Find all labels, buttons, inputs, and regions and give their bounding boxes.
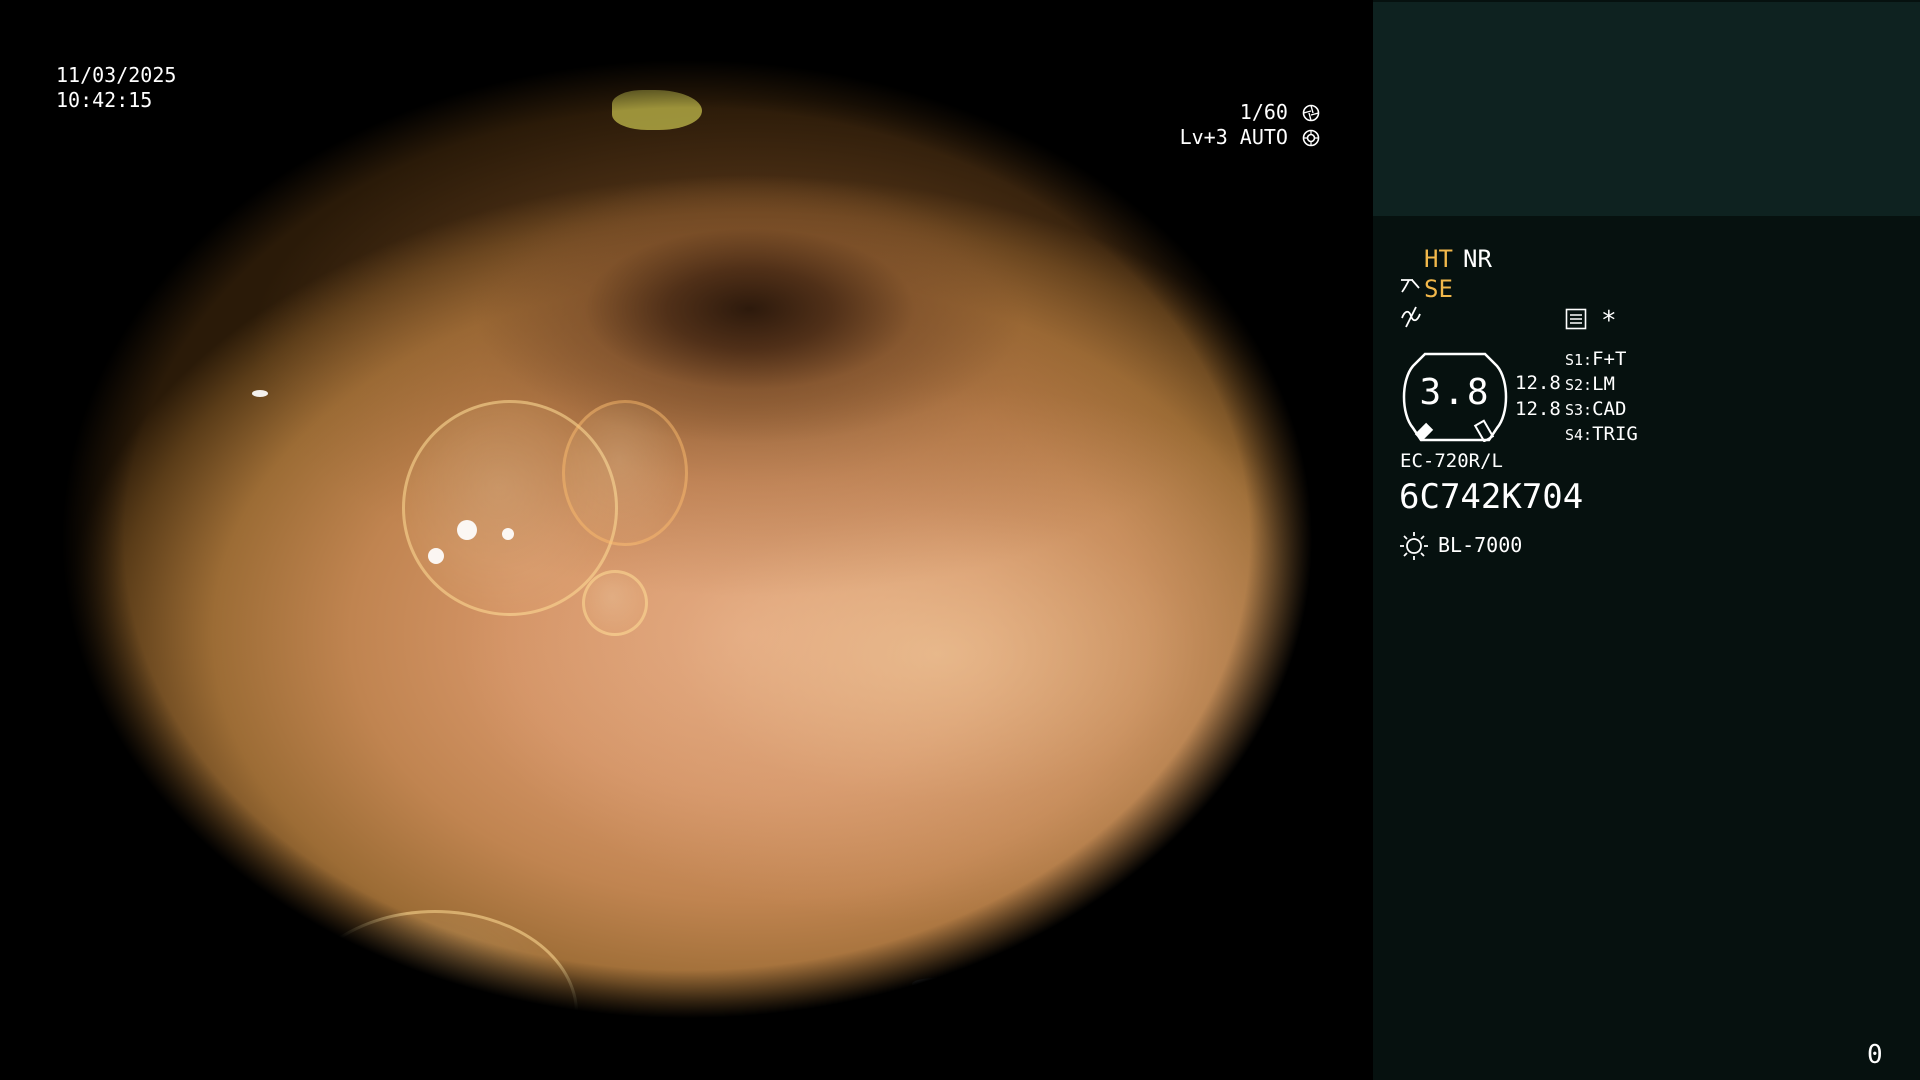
light-source-icon — [1400, 532, 1428, 560]
bubble — [582, 570, 648, 636]
switch-key: S2: — [1565, 376, 1593, 394]
gauge-side-value-2: 12.8 — [1515, 398, 1561, 420]
bubble — [292, 910, 578, 1018]
switch-value: CAD — [1592, 398, 1627, 420]
scope-serial: 6C742K704 — [1399, 477, 1584, 517]
switch-assignment-s1: S1:F+T — [1565, 348, 1626, 370]
specular-reflection — [252, 390, 268, 397]
specular-reflection — [912, 978, 960, 990]
light-source-model: BL-7000 — [1438, 533, 1523, 557]
signal-wave-icon — [1401, 306, 1421, 328]
specular-reflection — [502, 528, 514, 540]
se-enhance-icon — [1401, 279, 1420, 293]
shutter-text: 1/60 — [1239, 100, 1288, 124]
endoscopy-monitor: 11/03/2025 10:42:15 1/60 Lv+3 AUTO HT NR… — [0, 0, 1920, 1080]
bubble — [562, 400, 688, 546]
date-text: 11/03/2025 — [56, 63, 177, 87]
switch-assignment-s4: S4:TRIG — [1565, 423, 1638, 445]
switch-value: TRIG — [1592, 423, 1638, 445]
gauge-value: 3.8 — [1419, 372, 1491, 413]
nr-mode-label: NR — [1463, 245, 1492, 273]
scope-model: EC-720R/L — [1400, 450, 1503, 472]
exposure-readout: 1/60 Lv+3 AUTO — [920, 100, 1320, 150]
star-indicator: * — [1601, 306, 1617, 336]
iris-icon — [1302, 129, 1320, 147]
switch-value: LM — [1592, 373, 1615, 395]
panel-header-area — [1373, 2, 1920, 216]
endoscope-video-area: 11/03/2025 10:42:15 1/60 Lv+3 AUTO — [0, 0, 1373, 1080]
specular-reflection — [428, 548, 444, 564]
switch-key: S3: — [1565, 401, 1593, 419]
specular-reflection — [1082, 150, 1092, 160]
specular-reflection — [457, 520, 477, 540]
gauge-side-value-1: 12.8 — [1515, 372, 1561, 394]
switch-assignment-s3: S3:CAD — [1565, 398, 1626, 420]
datetime-readout: 11/03/2025 10:42:15 — [56, 63, 176, 113]
debris — [612, 90, 702, 130]
aperture-icon — [1302, 104, 1320, 122]
se-mode-label: SE — [1424, 275, 1453, 303]
time-text: 10:42:15 — [56, 88, 153, 112]
settings-list-icon — [1565, 308, 1587, 330]
switch-value: F+T — [1592, 348, 1627, 370]
endoscopic-image — [62, 60, 1312, 1018]
iris-level-text: Lv+3 AUTO — [1179, 125, 1288, 149]
info-panel: HT NR SE * 3.8 12.8 12.8 S1:F+T S2:LM S3… — [1373, 0, 1920, 1080]
frame-counter: 0 — [1867, 1040, 1883, 1070]
ht-mode-label: HT — [1424, 245, 1453, 273]
switch-key: S4: — [1565, 426, 1593, 444]
switch-key: S1: — [1565, 351, 1593, 369]
switch-assignment-s2: S2:LM — [1565, 373, 1615, 395]
